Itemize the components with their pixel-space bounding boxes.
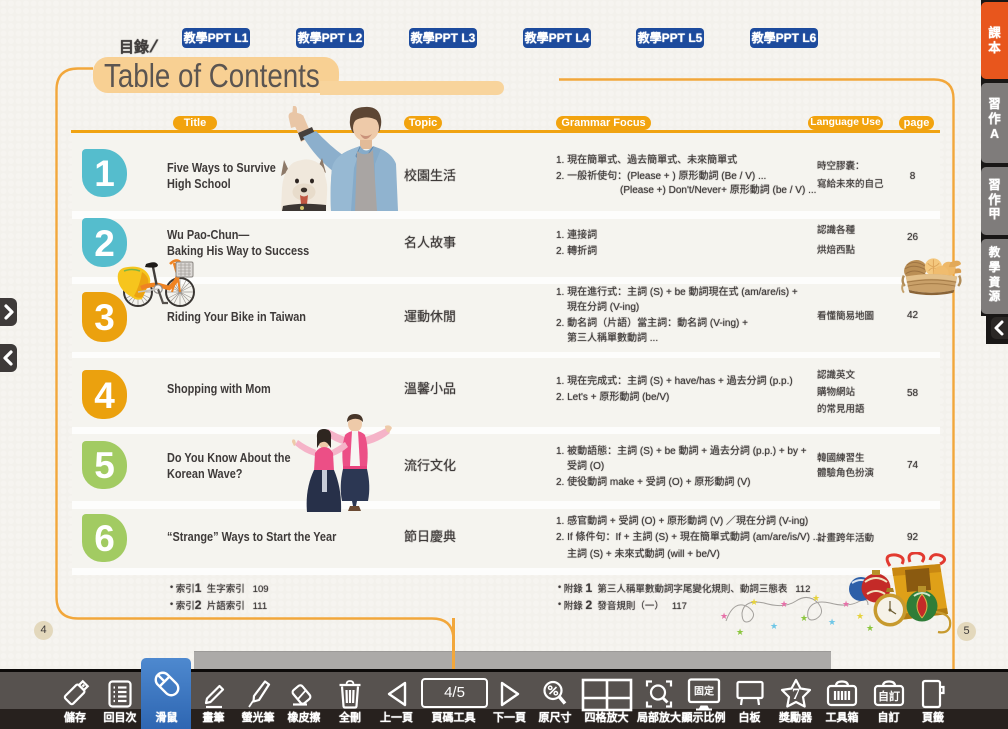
svg-text:★: ★ [736, 627, 744, 637]
svg-text:★: ★ [866, 623, 874, 633]
svg-text:★: ★ [770, 621, 778, 631]
svg-text:★: ★ [800, 613, 808, 623]
svg-text:★: ★ [842, 599, 850, 609]
svg-text:★: ★ [720, 611, 728, 621]
svg-text:★: ★ [780, 599, 788, 609]
svg-text:7: 7 [792, 686, 800, 703]
svg-text:★: ★ [812, 593, 820, 603]
svg-text:自訂: 自訂 [878, 689, 900, 703]
svg-text:★: ★ [828, 617, 836, 627]
svg-text:固定: 固定 [694, 685, 714, 698]
svg-text:★: ★ [856, 611, 864, 621]
svg-text:★: ★ [750, 597, 758, 607]
